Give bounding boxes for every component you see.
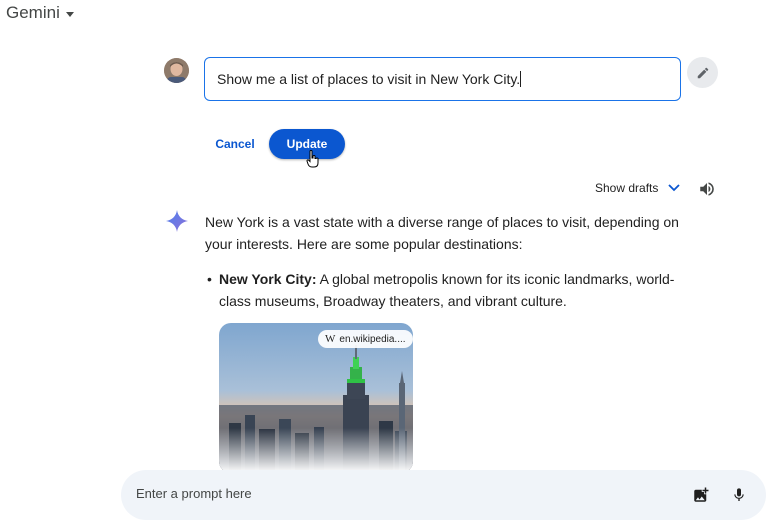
add-image-icon[interactable] — [692, 486, 710, 504]
text-cursor — [520, 71, 522, 87]
gemini-sparkle-icon — [166, 210, 188, 232]
model-switcher[interactable]: Gemini — [6, 3, 74, 23]
show-drafts-toggle[interactable]: Show drafts — [595, 181, 681, 195]
edit-prompt-field[interactable]: Show me a list of places to visit in New… — [204, 57, 681, 101]
source-label: en.wikipedia.... — [339, 333, 406, 345]
cancel-button[interactable]: Cancel — [206, 130, 264, 158]
chevron-down-icon — [668, 184, 681, 192]
response-intro: New York is a vast state with a diverse … — [205, 214, 679, 252]
speaker-icon[interactable] — [698, 180, 716, 198]
bullet-dot: • — [207, 271, 212, 287]
list-item: • New York City: A global metropolis kno… — [207, 268, 687, 312]
prompt-input[interactable] — [136, 486, 656, 501]
hand-pointer-icon — [306, 150, 319, 168]
response-bullets: • New York City: A global metropolis kno… — [207, 268, 687, 312]
bullet-title: New York City: — [219, 271, 317, 287]
avatar-image — [164, 58, 189, 83]
wikipedia-icon: W — [325, 333, 336, 345]
pencil-icon — [697, 67, 708, 78]
microphone-icon[interactable] — [731, 486, 747, 504]
edit-prompt-text: Show me a list of places to visit in New… — [217, 71, 521, 87]
brand-title: Gemini — [6, 3, 60, 22]
show-drafts-label: Show drafts — [595, 181, 659, 195]
edit-pencil-button[interactable] — [687, 57, 718, 88]
user-avatar — [164, 58, 189, 83]
caret-down-icon — [65, 11, 74, 17]
wikipedia-source-chip[interactable]: W en.wikipedia.... — [318, 330, 413, 348]
